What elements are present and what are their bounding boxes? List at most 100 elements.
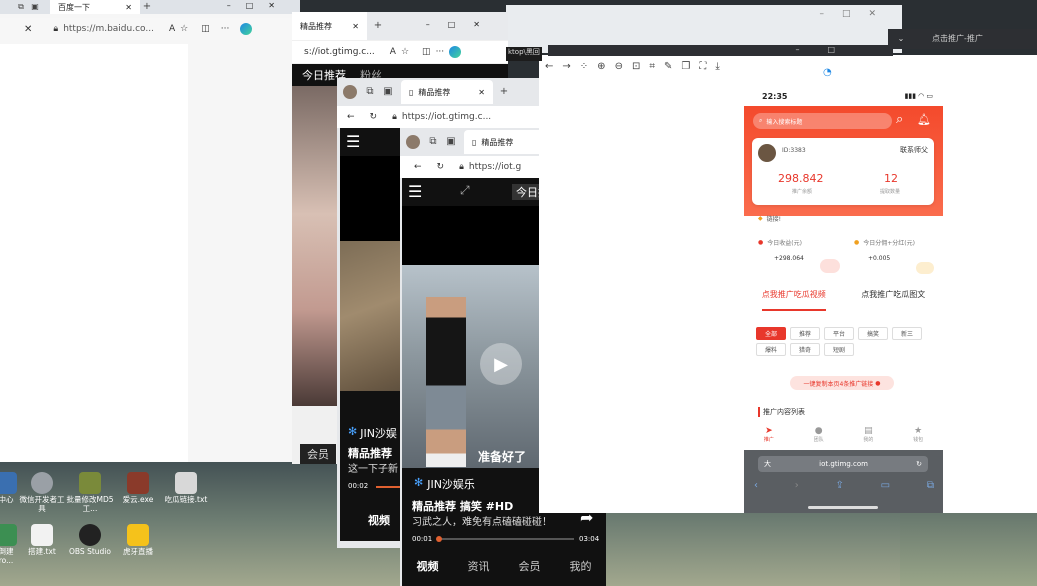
search-input[interactable]: ⌕ 输入搜索标题 [753, 113, 892, 129]
read-aloud-icon[interactable]: A [390, 47, 396, 57]
bottom-nav-mine[interactable]: 我的 [570, 558, 592, 574]
bottom-nav-video[interactable]: 视频 [417, 558, 439, 574]
desktop-icon-aiyun[interactable]: 爱云.exe [112, 472, 164, 505]
bottom-nav-vip[interactable]: 会员 [519, 558, 541, 574]
copy-icon[interactable]: ❐ [681, 61, 690, 72]
new-tab-icon[interactable]: + [371, 19, 385, 33]
back-icon[interactable]: ← [414, 162, 422, 172]
tab-recommend[interactable]: ▯ 精品推荐 ✕ [401, 80, 493, 104]
nav-wallet[interactable]: ★ 钱包 [913, 426, 923, 448]
progress-track[interactable] [436, 536, 574, 542]
read-aloud-icon[interactable]: A [169, 24, 175, 34]
screenshot-icon[interactable]: ⛶ [699, 61, 706, 72]
fit-icon[interactable]: ⊡ [632, 61, 640, 72]
tabs-icon[interactable]: ⧉ [927, 480, 934, 491]
author-name[interactable]: JIN沙娱 [360, 425, 397, 441]
close-tab-icon[interactable]: ✕ [125, 3, 132, 12]
bottom-nav-news[interactable]: 资讯 [468, 558, 490, 574]
tab-recommend[interactable]: ▯ 精品推荐 [464, 130, 544, 154]
split-screen-icon[interactable]: ◫ [422, 47, 431, 57]
tab-promo-video[interactable]: 点我推广吃瓜视频 [761, 289, 826, 311]
chip-all[interactable]: 全部 [756, 327, 786, 340]
tab-panel-icon[interactable]: ▣ [28, 0, 42, 14]
bookmarks-icon[interactable]: ▭ [881, 480, 890, 491]
chevron-down-icon[interactable]: ⌄ [894, 32, 908, 46]
author-name[interactable]: JIN沙娱乐 [427, 476, 475, 492]
grid-icon[interactable]: ⁘ [580, 61, 588, 72]
desktop-icon-wechat-devtools[interactable]: 微信开发者工具 [16, 472, 68, 513]
status-time: 22:35 [762, 91, 788, 101]
chip-odd[interactable]: 猎奇 [790, 343, 820, 356]
bell-icon[interactable]: 🔔︎ [917, 113, 931, 126]
back-icon[interactable]: ← [545, 61, 553, 72]
play-button-icon[interactable]: ▶ [480, 343, 522, 385]
window-controls[interactable]: –□✕ [227, 1, 290, 10]
forward-icon[interactable]: › [795, 480, 799, 491]
new-tab-icon[interactable]: + [497, 85, 511, 99]
chip-new3[interactable]: 新三 [892, 327, 922, 340]
tab-promo-article[interactable]: 点我推广吃瓜图文 [861, 289, 925, 311]
copilot-icon[interactable] [240, 23, 253, 35]
window-controls[interactable]: –□ [795, 45, 863, 54]
address-bar[interactable]: ← ↻ 🔒︎ https://iot.gtimg.c... [337, 106, 547, 128]
back-icon[interactable]: ‹ [754, 480, 758, 491]
reload-icon[interactable]: ↻ [916, 460, 922, 468]
nav-team[interactable]: ● 团队 [814, 426, 824, 448]
tab-panel-icon[interactable]: ▣ [444, 135, 458, 149]
tab-recommend[interactable]: 精品推荐 ✕ [292, 12, 367, 40]
desktop-icon-links-txt[interactable]: 吃瓜链接.txt [160, 472, 212, 505]
desktop-icon-obs[interactable]: OBS Studio [64, 524, 116, 557]
copy-links-button[interactable]: 一键复制本页4条推广链接 ● [790, 376, 894, 390]
refresh-icon[interactable]: ↻ [370, 112, 378, 122]
right-window-bar[interactable]: ⌄ 点击推广-推广 [888, 29, 1037, 49]
more-icon[interactable]: ··· [221, 24, 230, 34]
back-icon[interactable]: ← [347, 112, 355, 122]
workspaces-icon[interactable]: ⧉ [426, 135, 440, 149]
address-bar[interactable]: s://iot.gtimg.c... A ☆ ◫ ··· [292, 41, 508, 63]
contact-link[interactable]: 联系师父 [900, 145, 928, 155]
desktop-icon-huya[interactable]: 虎牙直播 [112, 524, 164, 557]
browser-window-baidu[interactable]: ⧉ ▣ 百度一下 ✕ + –□✕ ✕ 🔒︎ https://m.baidu.co… [0, 0, 300, 462]
split-screen-icon[interactable]: ◫ [201, 24, 210, 34]
refresh-icon[interactable]: ↻ [437, 162, 445, 172]
search-icon[interactable]: ⌕ [896, 112, 903, 127]
chip-leak[interactable]: 爆料 [756, 343, 786, 356]
close-tab-icon[interactable]: ✕ [478, 88, 485, 97]
nav-mine[interactable]: ▤ 我的 [863, 426, 873, 448]
window-controls[interactable]: –□✕ [426, 20, 498, 29]
new-tab-icon[interactable]: + [140, 0, 154, 14]
download-icon[interactable]: ⤓ [715, 61, 719, 72]
edit-icon[interactable]: ✎ [664, 61, 672, 72]
copilot-icon[interactable] [449, 46, 462, 58]
expand-icon[interactable]: ⤢ [460, 183, 470, 198]
menu-icon[interactable]: ☰ [408, 182, 422, 201]
workspaces-icon[interactable]: ⧉ [363, 85, 377, 99]
nav-promo[interactable]: ➤ 推广 [764, 426, 774, 448]
close-icon[interactable]: ✕ [24, 24, 32, 35]
tab-panel-icon[interactable]: ▣ [381, 85, 395, 99]
tabs-icon[interactable]: ⧉ [14, 0, 28, 14]
address-bar[interactable]: ✕ 🔒︎ https://m.baidu.co... A ☆ ◫ ··· [0, 18, 300, 40]
share-icon[interactable]: ⇪ [836, 480, 844, 491]
progress-knob[interactable] [436, 536, 442, 542]
forward-icon[interactable]: → [562, 61, 570, 72]
chip-funny[interactable]: 搞笑 [858, 327, 888, 340]
zoom-in-icon[interactable]: ⊕ [597, 61, 605, 72]
favorite-star-icon[interactable]: ☆ [180, 24, 188, 34]
close-tab-icon[interactable]: ✕ [352, 22, 359, 31]
favorite-star-icon[interactable]: ☆ [401, 47, 409, 57]
more-icon[interactable]: ··· [436, 47, 445, 57]
zoom-out-icon[interactable]: ⊖ [615, 61, 623, 72]
address-bar[interactable]: 大 iot.gtimg.com ↻ [758, 456, 928, 472]
menu-icon[interactable]: ☰ [346, 132, 360, 151]
tab-baidu[interactable]: 百度一下 ✕ [50, 0, 140, 14]
crop-icon[interactable]: ⌗ [649, 61, 655, 72]
desktop-icon-md5[interactable]: 批量修改MD5工... [64, 472, 116, 513]
chip-recommend[interactable]: 推荐 [790, 327, 820, 340]
vip-nav[interactable]: 会员 [300, 444, 336, 464]
desktop-icon-build-txt[interactable]: 搭建.txt [16, 524, 68, 557]
chip-platform[interactable]: 平台 [824, 327, 854, 340]
chip-short[interactable]: 短剧 [824, 343, 854, 356]
user-id: ID:3383 [782, 147, 806, 154]
bottom-nav-video[interactable]: 视频 [368, 512, 390, 528]
